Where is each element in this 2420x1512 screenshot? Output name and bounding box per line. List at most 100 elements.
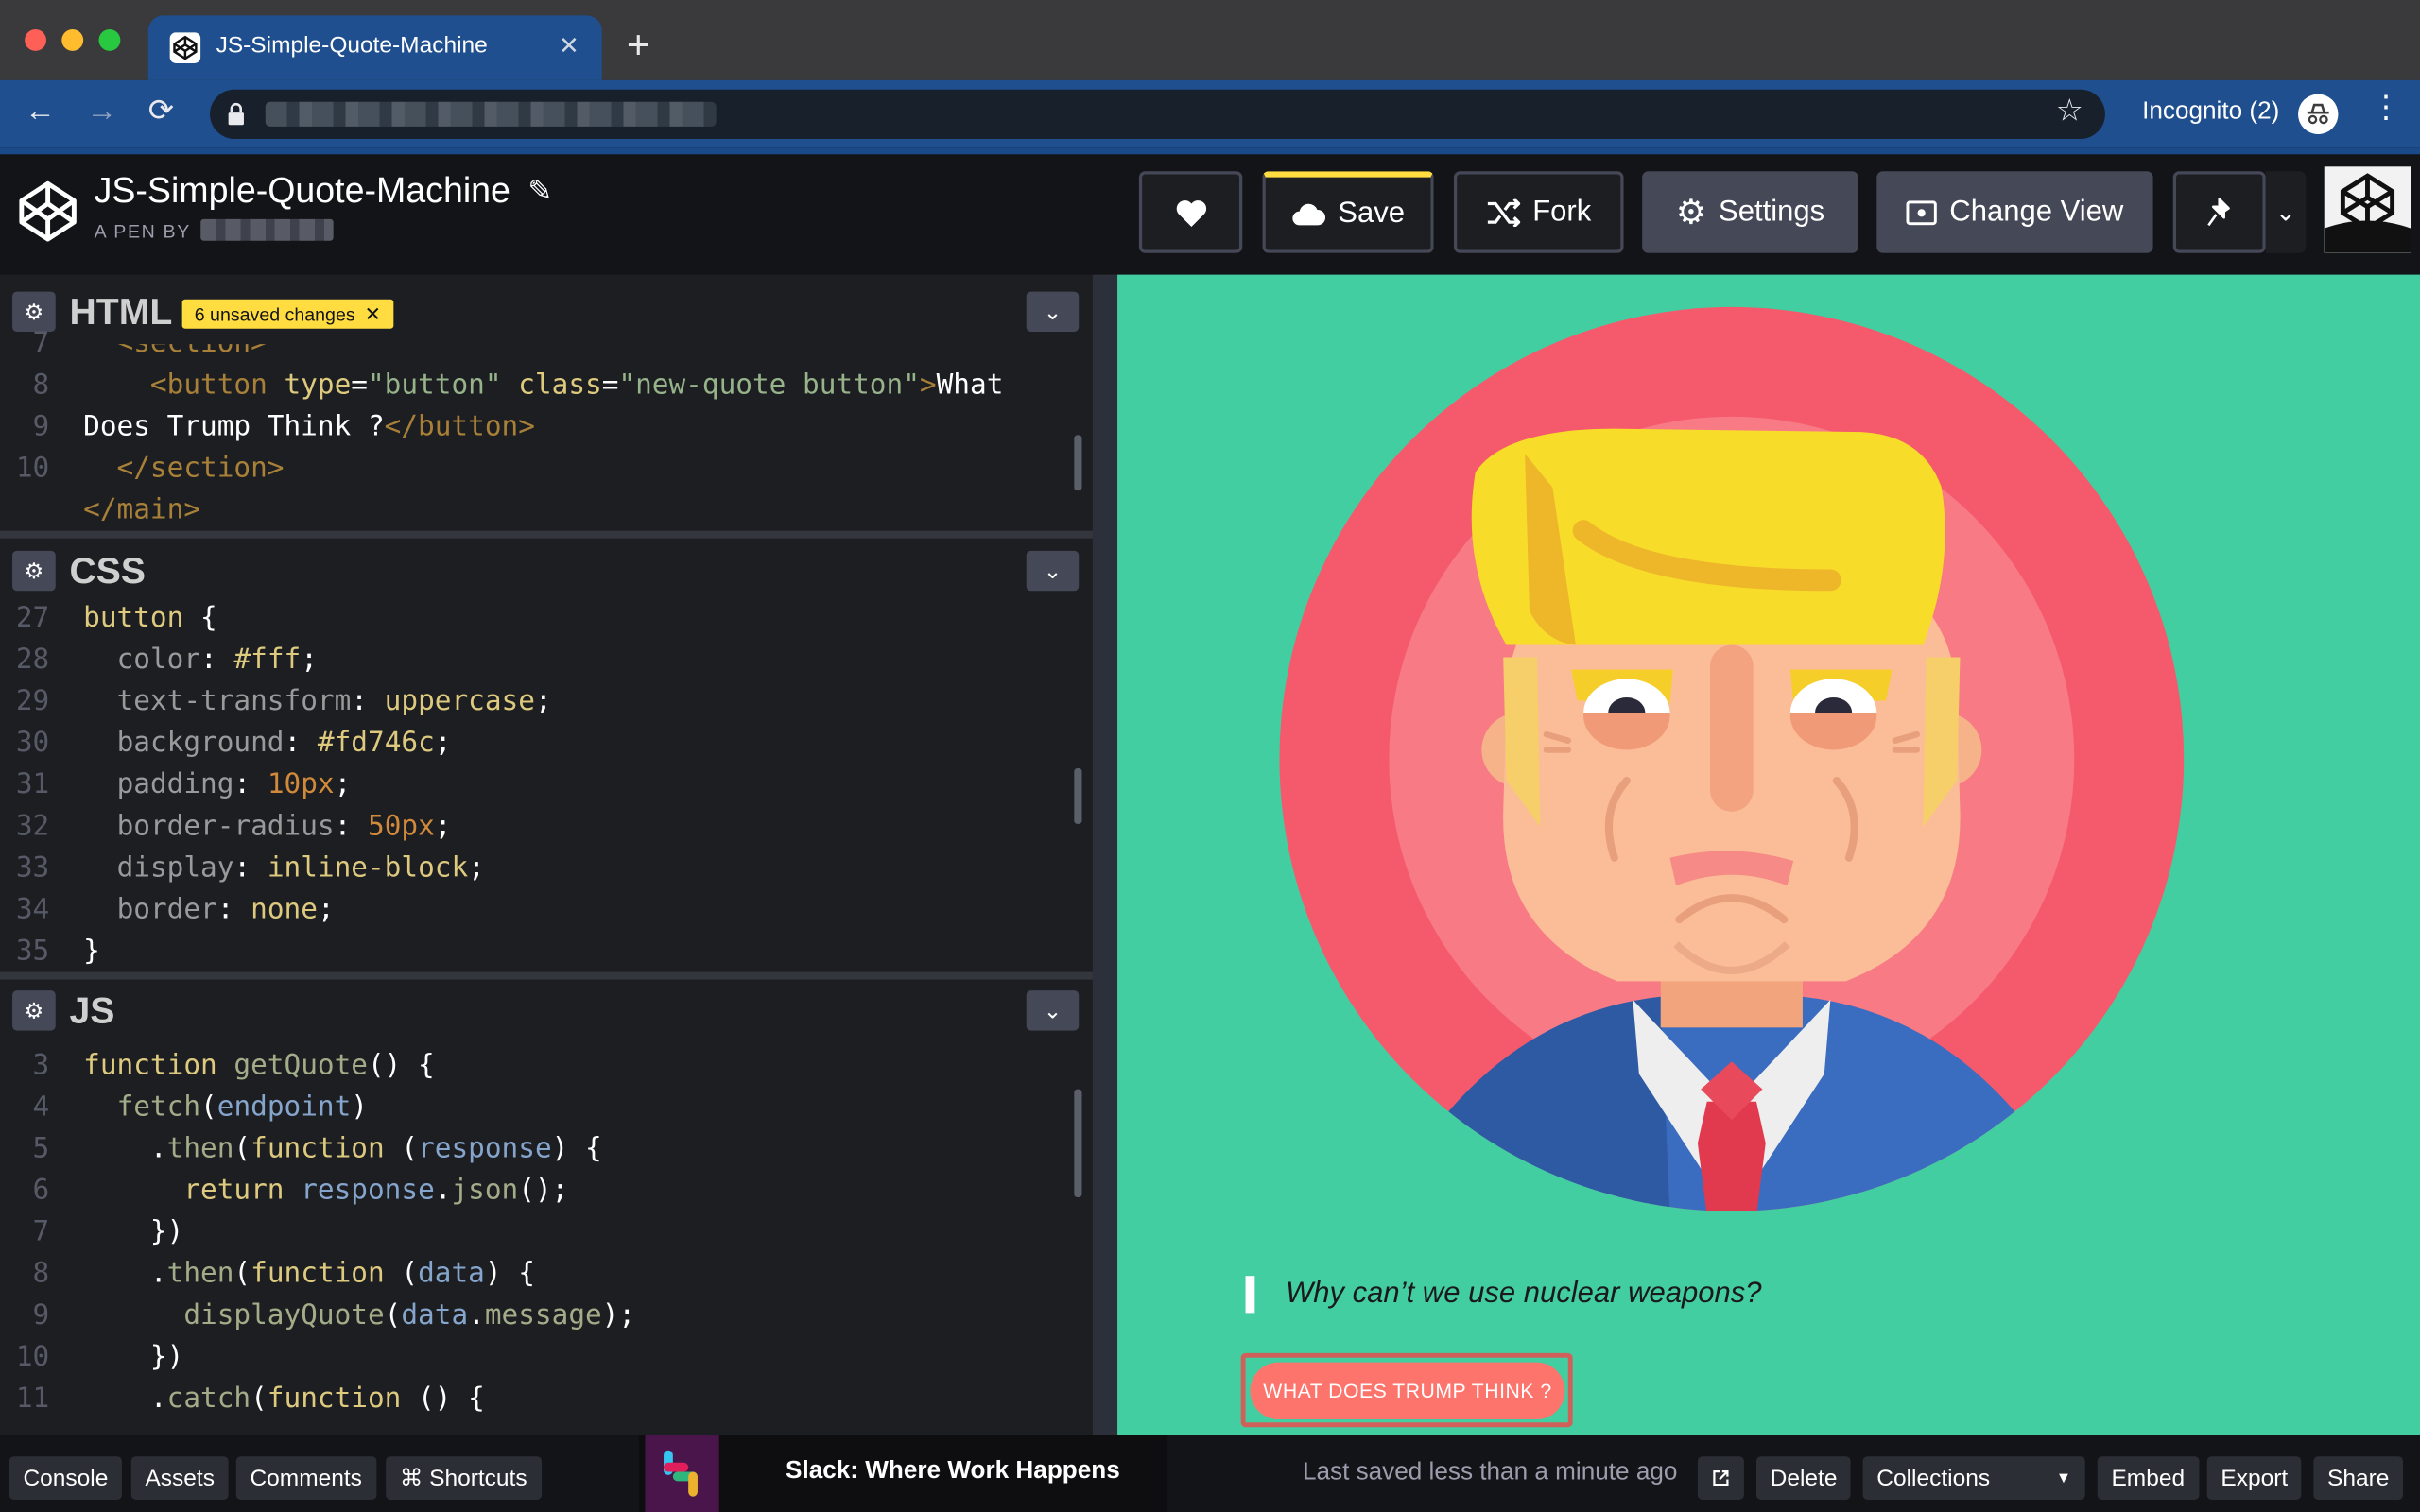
- line-number: 34: [15, 893, 50, 926]
- fork-icon: [1487, 198, 1521, 227]
- change-view-button[interactable]: Change View: [1876, 171, 2153, 253]
- dismiss-x-icon[interactable]: ✕: [364, 301, 381, 326]
- slack-logo-icon: [645, 1435, 719, 1512]
- html-collapse-toggle[interactable]: ⌄: [1026, 291, 1080, 333]
- line-number: 9: [32, 410, 50, 443]
- css-settings-gear-icon[interactable]: ⚙: [12, 550, 56, 592]
- external-link-button[interactable]: [1697, 1456, 1744, 1500]
- line-number: 32: [15, 810, 50, 843]
- cloud-icon: [1292, 202, 1325, 225]
- new-quote-label: WHAT DOES TRUMP THINK ?: [1263, 1379, 1552, 1403]
- editor-divider[interactable]: [0, 971, 1093, 980]
- css-gutter: 27 28 29 30 31 32 33 34 35: [0, 597, 49, 972]
- quote-bar-accent: [1245, 1276, 1255, 1314]
- js-settings-gear-icon[interactable]: ⚙: [12, 990, 56, 1031]
- gear-icon: ⚙: [1675, 192, 1706, 232]
- fork-label: Fork: [1532, 195, 1592, 228]
- change-view-icon: [1906, 199, 1938, 225]
- css-editor-title: CSS: [69, 550, 147, 593]
- line-number: 29: [15, 684, 50, 718]
- line-number: 33: [15, 851, 50, 885]
- settings-label: Settings: [1719, 195, 1825, 228]
- line-number: 8: [32, 369, 50, 402]
- line-number: 7: [32, 327, 50, 360]
- pin-dropdown-chevron-icon[interactable]: ⌄: [2265, 171, 2307, 253]
- css-scrollbar[interactable]: [1074, 768, 1082, 824]
- css-code[interactable]: button { color: #fff; text-transform: up…: [83, 597, 551, 972]
- fork-button[interactable]: Fork: [1453, 171, 1624, 253]
- line-number: 31: [15, 768, 50, 801]
- forward-icon[interactable]: →: [86, 95, 117, 127]
- console-button[interactable]: Console: [9, 1456, 123, 1500]
- tab-close-icon[interactable]: ✕: [559, 31, 579, 62]
- delete-button[interactable]: Delete: [1755, 1456, 1852, 1500]
- line-number: 9: [32, 1298, 50, 1332]
- codepen-logo-icon[interactable]: [15, 179, 80, 244]
- collections-button[interactable]: Collections ▼: [1862, 1456, 2085, 1500]
- js-collapse-toggle[interactable]: ⌄: [1026, 990, 1080, 1031]
- export-button[interactable]: Export: [2206, 1456, 2302, 1500]
- line-number: 11: [15, 1382, 50, 1416]
- blurred-author-name: [200, 218, 334, 241]
- line-number: 30: [15, 726, 50, 760]
- tab-title: JS-Simple-Quote-Machine: [216, 32, 488, 60]
- pane-resizer[interactable]: [1092, 274, 1118, 1435]
- caret-down-icon: ▼: [2055, 1469, 2072, 1487]
- html-editor-title: HTML: [69, 291, 173, 334]
- incognito-icon[interactable]: [2298, 94, 2339, 135]
- shortcuts-button[interactable]: ⌘ Shortcuts: [386, 1456, 542, 1500]
- pin-icon: [2207, 197, 2230, 226]
- share-button[interactable]: Share: [2313, 1456, 2404, 1500]
- trump-illustration: [1279, 306, 2185, 1211]
- js-code[interactable]: function getQuote() { fetch(endpoint) .t…: [83, 1044, 635, 1419]
- save-label: Save: [1338, 197, 1405, 230]
- line-number: 7: [32, 1215, 50, 1248]
- last-saved-status: Last saved less than a minute ago: [1302, 1459, 1678, 1486]
- comments-button[interactable]: Comments: [235, 1456, 376, 1500]
- change-view-label: Change View: [1949, 195, 2124, 228]
- edit-pencil-icon[interactable]: ✎: [527, 174, 552, 210]
- css-collapse-toggle[interactable]: ⌄: [1026, 550, 1080, 592]
- pen-title[interactable]: JS-Simple-Quote-Machine: [95, 170, 510, 212]
- minimize-window-button[interactable]: [61, 29, 84, 51]
- browser-menu-icon[interactable]: ⋮: [2371, 93, 2402, 124]
- blurred-url: [265, 101, 717, 127]
- pen-author-label: A PEN BY: [94, 220, 191, 243]
- quote-text: Why can’t we use nuclear weapons?: [1286, 1277, 1762, 1311]
- line-number: 10: [15, 452, 50, 485]
- embed-button[interactable]: Embed: [2097, 1456, 2199, 1500]
- lock-icon: [228, 102, 244, 126]
- pin-button[interactable]: [2172, 171, 2266, 253]
- back-icon[interactable]: ←: [25, 95, 56, 127]
- assets-button[interactable]: Assets: [130, 1456, 229, 1500]
- line-number: 27: [15, 601, 50, 635]
- new-quote-button[interactable]: WHAT DOES TRUMP THINK ?: [1250, 1362, 1565, 1420]
- line-number: 4: [32, 1091, 50, 1124]
- zoom-window-button[interactable]: [98, 29, 121, 51]
- settings-button[interactable]: ⚙ Settings: [1642, 171, 1858, 253]
- html-gutter: 7 8 9 10: [0, 322, 49, 530]
- line-number: 35: [15, 935, 50, 968]
- editor-divider[interactable]: [0, 530, 1093, 539]
- close-window-button[interactable]: [25, 29, 46, 51]
- codepen-favicon-icon: [169, 32, 201, 63]
- incognito-label[interactable]: Incognito (2): [2142, 98, 2279, 126]
- line-number: 28: [15, 643, 50, 677]
- heart-icon: [1175, 199, 1206, 227]
- external-link-icon: [1713, 1469, 1729, 1486]
- js-code-clip: 3 4 5 6 7 8 9 10 11 function getQuote() …: [0, 1044, 1093, 1435]
- unsaved-changes-badge[interactable]: 6 unsaved changes ✕: [182, 299, 394, 329]
- reload-icon[interactable]: ⟳: [148, 95, 174, 127]
- html-scrollbar[interactable]: [1074, 435, 1082, 491]
- js-gutter: 3 4 5 6 7 8 9 10 11: [0, 1044, 49, 1419]
- slack-ad-text: Slack: Where Work Happens: [786, 1457, 1120, 1485]
- js-editor-title: JS: [69, 990, 115, 1033]
- like-button[interactable]: [1138, 171, 1243, 253]
- line-number: 8: [32, 1257, 50, 1290]
- new-tab-button[interactable]: +: [627, 25, 650, 64]
- html-code[interactable]: <section> <button type="button" class="n…: [83, 344, 1003, 531]
- js-scrollbar[interactable]: [1074, 1089, 1082, 1197]
- save-button[interactable]: Save: [1262, 171, 1434, 253]
- bookmark-star-icon[interactable]: ☆: [2056, 95, 2083, 127]
- user-avatar[interactable]: [2324, 166, 2411, 253]
